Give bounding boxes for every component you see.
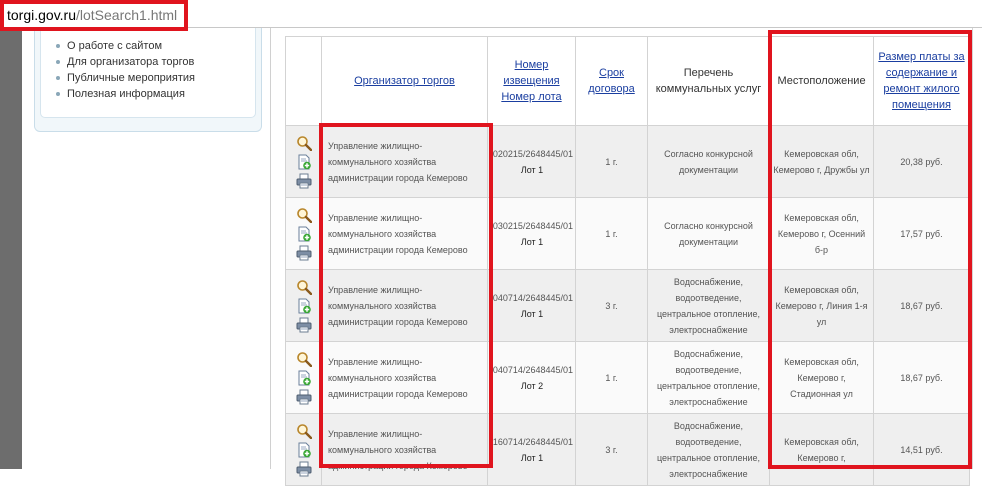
column-divider xyxy=(270,28,271,469)
cell-term: 1 г. xyxy=(575,125,648,198)
table-row: Управление жилищно-коммунального хозяйст… xyxy=(285,413,970,486)
cell-organizer: Управление жилищно-коммунального хозяйст… xyxy=(321,269,488,342)
magnifier-icon[interactable] xyxy=(296,207,312,223)
cell-location: Кемеровская обл, Кемерово г, Стадионная … xyxy=(769,341,874,414)
sidebar-menu: О работе с сайтом Для организатора торго… xyxy=(34,28,262,132)
sidebar-item-about[interactable]: О работе с сайтом xyxy=(55,38,255,54)
cell-term: 3 г. xyxy=(575,269,648,342)
lot-number: Лот 1 xyxy=(520,164,544,175)
cell-services: Согласно конкурсной документации xyxy=(647,125,770,198)
table-row: Управление жилищно-коммунального хозяйст… xyxy=(285,269,970,342)
row-actions xyxy=(285,413,322,486)
printer-icon[interactable] xyxy=(296,317,312,333)
cell-location: Кемеровская обл, Кемерово г, xyxy=(769,413,874,486)
url-path: /lotSearch1.html xyxy=(76,7,178,23)
header-actions xyxy=(285,36,322,126)
table-row: Управление жилищно-коммунального хозяйст… xyxy=(285,341,970,414)
magnifier-icon[interactable] xyxy=(296,423,312,439)
header-location: Местоположение xyxy=(769,36,874,126)
lot-number: Лот 1 xyxy=(520,308,544,319)
cell-services: Водоснабжение, водоотведение, центрально… xyxy=(647,413,770,486)
scrollbar-track[interactable] xyxy=(972,28,982,469)
add-document-icon[interactable] xyxy=(296,298,312,314)
notice-number: 040714/2648445/01 xyxy=(492,364,573,375)
header-notice[interactable]: Номер извещения Номер лота xyxy=(487,36,576,126)
window-left-edge xyxy=(0,28,22,469)
cell-fee: 17,57 руб. xyxy=(873,197,970,270)
notice-number: 040714/2648445/01 xyxy=(492,292,573,303)
header-organizer[interactable]: Организатор торгов xyxy=(321,36,488,126)
add-document-icon[interactable] xyxy=(296,370,312,386)
sidebar-item-public-events[interactable]: Публичные мероприятия xyxy=(55,70,255,86)
notice-number: 020215/2648445/01 xyxy=(492,148,573,159)
header-services: Перечень коммунальных услуг xyxy=(647,36,770,126)
magnifier-icon[interactable] xyxy=(296,135,312,151)
cell-notice: 040714/2648445/01 Лот 2 xyxy=(487,341,576,414)
table-row: Управление жилищно-коммунального хозяйст… xyxy=(285,197,970,270)
add-document-icon[interactable] xyxy=(296,154,312,170)
table-row: Управление жилищно-коммунального хозяйст… xyxy=(285,125,970,198)
cell-organizer: Управление жилищно-коммунального хозяйст… xyxy=(321,197,488,270)
cell-location: Кемеровская обл, Кемерово г, Осенний б-р xyxy=(769,197,874,270)
sort-link-fee[interactable]: Размер платы за содержание и ремонт жило… xyxy=(878,51,964,111)
cell-term: 3 г. xyxy=(575,413,648,486)
cell-term: 1 г. xyxy=(575,197,648,270)
cell-notice: 160714/2648445/01 Лот 1 xyxy=(487,413,576,486)
row-actions xyxy=(285,269,322,342)
cell-organizer: Управление жилищно-коммунального хозяйст… xyxy=(321,413,488,486)
cell-location: Кемеровская обл, Кемерово г, Линия 1-я у… xyxy=(769,269,874,342)
cell-fee: 18,67 руб. xyxy=(873,341,970,414)
sort-link-organizer[interactable]: Организатор торгов xyxy=(354,75,455,87)
printer-icon[interactable] xyxy=(296,173,312,189)
printer-icon[interactable] xyxy=(296,245,312,261)
notice-number: 030215/2648445/01 xyxy=(492,220,573,231)
magnifier-icon[interactable] xyxy=(296,351,312,367)
magnifier-icon[interactable] xyxy=(296,279,312,295)
sidebar-item-useful-info[interactable]: Полезная информация xyxy=(55,86,255,102)
lot-number: Лот 1 xyxy=(520,452,544,463)
cell-services: Согласно конкурсной документации xyxy=(647,197,770,270)
address-url[interactable]: torgi.gov.ru/lotSearch1.html xyxy=(0,0,188,31)
row-actions xyxy=(285,197,322,270)
printer-icon[interactable] xyxy=(296,389,312,405)
url-host: torgi.gov.ru xyxy=(7,7,76,23)
cell-notice: 020215/2648445/01 Лот 1 xyxy=(487,125,576,198)
lot-number: Лот 2 xyxy=(520,380,544,391)
cell-services: Водоснабжение, водоотведение, центрально… xyxy=(647,341,770,414)
cell-fee: 18,67 руб. xyxy=(873,269,970,342)
table-header-row: Организатор торгов Номер извещения Номер … xyxy=(285,36,970,126)
sort-link-term[interactable]: Срок договора xyxy=(588,67,635,95)
cell-fee: 14,51 руб. xyxy=(873,413,970,486)
cell-services: Водоснабжение, водоотведение, центрально… xyxy=(647,269,770,342)
cell-term: 1 г. xyxy=(575,341,648,414)
cell-notice: 030215/2648445/01 Лот 1 xyxy=(487,197,576,270)
cell-organizer: Управление жилищно-коммунального хозяйст… xyxy=(321,125,488,198)
sort-link-notice[interactable]: Номер извещения xyxy=(503,59,559,87)
notice-number: 160714/2648445/01 xyxy=(492,436,573,447)
add-document-icon[interactable] xyxy=(296,226,312,242)
lots-table: Организатор торгов Номер извещения Номер … xyxy=(285,36,970,486)
cell-location: Кемеровская обл, Кемерово г, Дружбы ул xyxy=(769,125,874,198)
sidebar-list: О работе с сайтом Для организатора торго… xyxy=(41,28,255,102)
cell-fee: 20,38 руб. xyxy=(873,125,970,198)
cell-notice: 040714/2648445/01 Лот 1 xyxy=(487,269,576,342)
row-actions xyxy=(285,341,322,414)
cell-organizer: Управление жилищно-коммунального хозяйст… xyxy=(321,341,488,414)
header-term[interactable]: Срок договора xyxy=(575,36,648,126)
sidebar-inner: О работе с сайтом Для организатора торго… xyxy=(40,28,256,118)
lot-number: Лот 1 xyxy=(520,236,544,247)
sort-link-lot[interactable]: Номер лота xyxy=(501,91,561,103)
row-actions xyxy=(285,125,322,198)
sidebar-item-organizers[interactable]: Для организатора торгов xyxy=(55,54,255,70)
header-fee[interactable]: Размер платы за содержание и ремонт жило… xyxy=(873,36,970,126)
add-document-icon[interactable] xyxy=(296,442,312,458)
